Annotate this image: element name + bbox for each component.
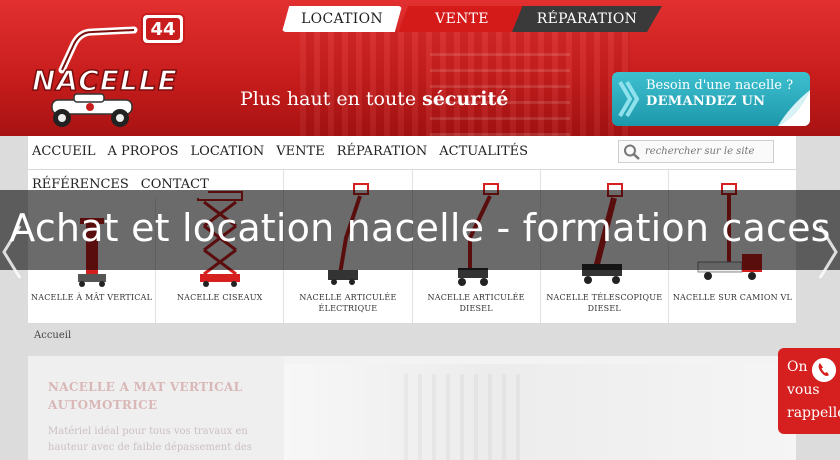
site-search bbox=[618, 140, 774, 163]
page-curl-icon bbox=[778, 90, 810, 126]
breadcrumb[interactable]: Accueil bbox=[34, 330, 71, 341]
nav-item-a-propos[interactable]: A PROPOS bbox=[108, 144, 179, 159]
product-label: NACELLE CISEAUX bbox=[176, 293, 263, 302]
chevron-left-icon[interactable] bbox=[0, 222, 22, 282]
search-input[interactable] bbox=[645, 142, 769, 161]
product-label: NACELLE ARTICULÉE ÉLECTRIQUE bbox=[299, 293, 397, 313]
chevron-right-icon bbox=[618, 80, 640, 118]
main-nav: ACCUEIL A PROPOS LOCATION VENTE RÉPARATI… bbox=[28, 136, 796, 170]
title-overlay: Achat et location nacelle - formation ca… bbox=[0, 190, 840, 270]
chevron-right-icon[interactable] bbox=[818, 222, 840, 282]
nav-item-accueil[interactable]: ACCUEIL bbox=[32, 144, 96, 159]
featured-photo bbox=[284, 364, 796, 460]
header-tagline: Plus haut en toute sécurité bbox=[240, 88, 509, 110]
featured-title[interactable]: NACELLE A MAT VERTICAL AUTOMOTRICE bbox=[48, 378, 268, 414]
phone-icon bbox=[812, 358, 836, 382]
callback-line-3: rappelle bbox=[787, 405, 840, 421]
logo-wordmark: NACELLE bbox=[32, 64, 178, 97]
nav-item-location[interactable]: LOCATION bbox=[191, 144, 265, 159]
tab-location[interactable]: LOCATION bbox=[282, 6, 402, 32]
nav-item-actualites[interactable]: ACTUALITÉS bbox=[439, 144, 528, 159]
product-label: NACELLE ARTICULÉE DIESEL bbox=[427, 293, 525, 313]
request-nacelle-cta[interactable]: Besoin d'une nacelle ? DEMANDEZ UN bbox=[612, 72, 810, 126]
site-header: 44 NACELLE Plus haut en toute sécurité B… bbox=[0, 0, 840, 136]
featured-description: Matériel idéal pour tous vos travaux en … bbox=[48, 426, 252, 453]
product-label: NACELLE SUR CAMION VL bbox=[672, 293, 793, 302]
featured-content: NACELLE A MAT VERTICAL AUTOMOTRICE Matér… bbox=[28, 356, 796, 460]
product-label: NACELLE TÉLESCOPIQUE DIESEL bbox=[546, 293, 663, 313]
featured-text-panel: NACELLE A MAT VERTICAL AUTOMOTRICE Matér… bbox=[28, 356, 284, 460]
product-label: NACELLE À MÂT VERTICAL bbox=[31, 293, 153, 302]
callback-line-2: vous bbox=[787, 382, 820, 398]
page-title: Achat et location nacelle - formation ca… bbox=[9, 206, 831, 250]
search-icon[interactable] bbox=[623, 144, 641, 160]
main-nav-items: ACCUEIL A PROPOS LOCATION VENTE RÉPARATI… bbox=[32, 144, 528, 159]
nav-item-reparation[interactable]: RÉPARATION bbox=[337, 144, 428, 159]
nav-item-vente[interactable]: VENTE bbox=[276, 144, 324, 159]
top-tabs: LOCATION VENTE RÉPARATION bbox=[0, 0, 840, 34]
tab-reparation[interactable]: RÉPARATION bbox=[512, 6, 662, 32]
callback-widget[interactable]: On vous rappelle bbox=[778, 348, 840, 434]
tab-vente[interactable]: VENTE bbox=[398, 6, 526, 32]
